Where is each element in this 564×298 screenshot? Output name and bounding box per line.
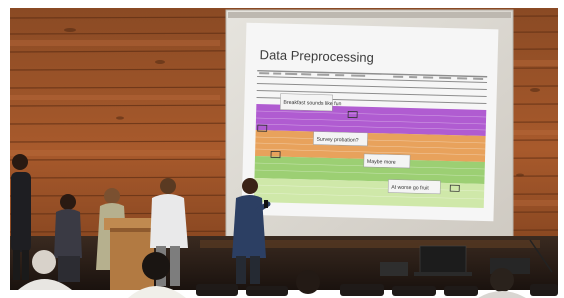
annotation-3-text: Maybe more xyxy=(367,159,396,166)
annotation-2: Survey probation? xyxy=(313,131,368,147)
annotation-4-text: At worse go fruit xyxy=(391,185,429,192)
scene-illustration: Data Preprocessing Breakfast sounds like… xyxy=(0,0,564,298)
slide-title: Data Preprocessing xyxy=(259,47,374,65)
annotation-3: Maybe more xyxy=(363,153,411,169)
annotation-2-text: Survey probation? xyxy=(316,137,358,144)
annotation-1: Breakfast sounds like fun xyxy=(279,93,342,112)
projected-slide: Data Preprocessing Breakfast sounds like… xyxy=(241,22,499,222)
annotation-4: At worse go fruit xyxy=(387,179,441,195)
photo-presentation-scene: Data Preprocessing Breakfast sounds like… xyxy=(0,0,564,298)
